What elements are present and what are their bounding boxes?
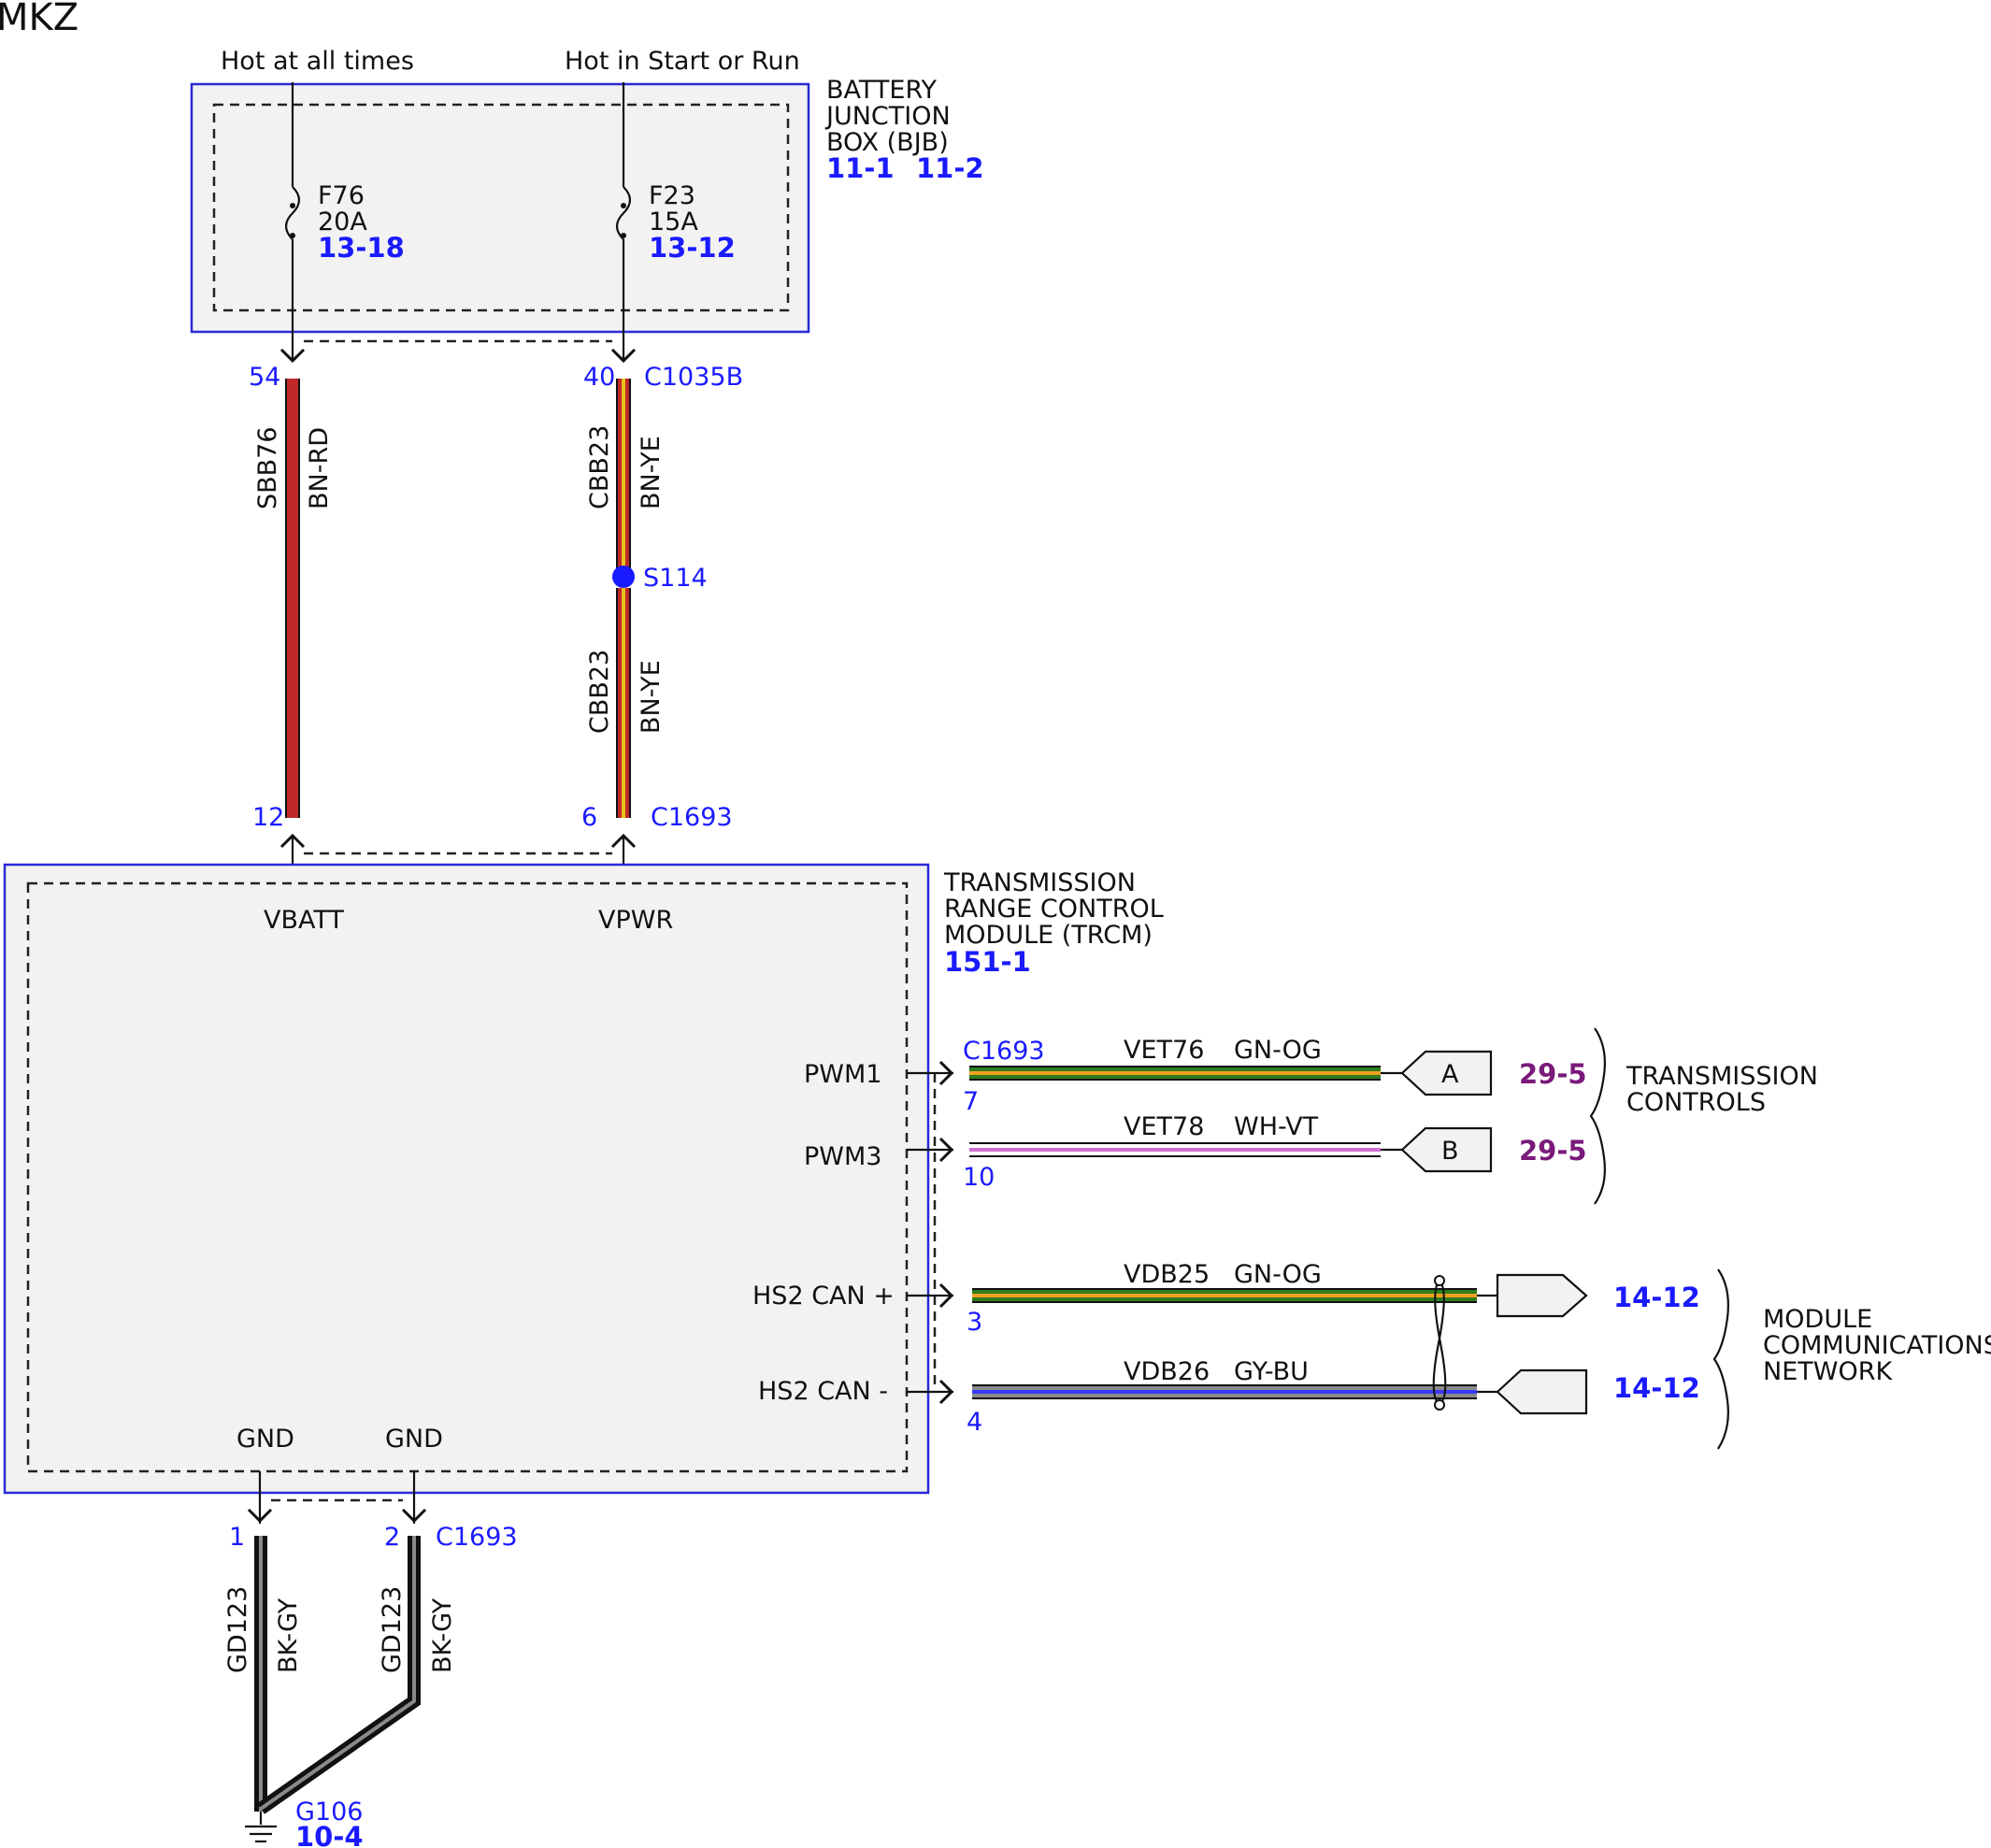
wire-gd123-2-color: BK-GY [428, 1597, 457, 1673]
vet78-ref[interactable]: 29-5 [1519, 1135, 1587, 1167]
wire-sbb76-body [287, 379, 298, 818]
transmission-controls-line1: TRANSMISSION [1626, 1062, 1818, 1091]
connector-c1693-top-label[interactable]: C1693 [651, 803, 733, 832]
vet76-ref[interactable]: 29-5 [1519, 1058, 1587, 1090]
pin-54: 54 [249, 363, 280, 392]
wire-vdb25-stripe [972, 1294, 1477, 1297]
mcn-label-line2: COMMUNICATIONS [1763, 1331, 1991, 1360]
wire-gd123-1[interactable] [254, 1536, 267, 1812]
pin-40: 40 [583, 363, 615, 392]
twisted-pair-end-icon [1434, 1275, 1445, 1286]
trcm-label-line2: RANGE CONTROL [944, 895, 1164, 924]
bjb-label-line2: JUNCTION [824, 102, 951, 131]
bjb-ref-2[interactable]: 11-2 [916, 152, 984, 184]
wiring-diagram: MKZ Hot at all times Hot in Start or Run… [0, 0, 1991, 1848]
connector-vdb25-out-icon[interactable] [1496, 1273, 1588, 1318]
connector-c1035b-label[interactable]: C1035B [644, 363, 743, 392]
wire-cbb23-lower-circuit: CBB23 [585, 650, 614, 734]
mcn-label-line1: MODULE [1763, 1305, 1872, 1334]
trcm-pin-can-minus: HS2 CAN - [758, 1377, 888, 1406]
wire-gd123-2-circuit: GD123 [378, 1586, 407, 1673]
splice-s114-icon[interactable] [612, 566, 635, 588]
pin-6: 6 [581, 803, 597, 832]
fuse-f76-name: F76 [318, 181, 365, 210]
wire-cbb23-lower-color: BN-YE [637, 660, 666, 734]
fuse-f23-name: F23 [649, 181, 695, 210]
vdb26-ref[interactable]: 14-12 [1613, 1372, 1700, 1404]
connector-c1693-ground-label[interactable]: C1693 [436, 1523, 518, 1552]
wire-vet78-circuit: VET78 [1124, 1112, 1204, 1141]
trcm-pin-can-plus: HS2 CAN + [752, 1282, 895, 1311]
wire-sbb76-color: BN-RD [305, 427, 334, 509]
fuse-f23-ref[interactable]: 13-12 [649, 232, 736, 264]
trcm-pin-vbatt: VBATT [264, 906, 344, 935]
wire-vdb25[interactable] [972, 1288, 1477, 1303]
wire-vdb26-stripe [972, 1390, 1477, 1394]
pin-10: 10 [963, 1163, 995, 1192]
diagram-title: MKZ [0, 0, 79, 39]
pin-1: 1 [229, 1523, 245, 1552]
transmission-controls-line2: CONTROLS [1626, 1088, 1766, 1117]
twisted-pair-end-icon [1434, 1399, 1445, 1411]
wire-cbb23-lower[interactable] [616, 588, 631, 818]
wire-gd123-1-stripe [259, 1536, 263, 1812]
trcm-pin-gnd-1: GND [236, 1425, 294, 1454]
vdb25-ref[interactable]: 14-12 [1613, 1282, 1700, 1313]
wire-sbb76[interactable] [285, 379, 300, 818]
wire-gd123-1-color: BK-GY [274, 1597, 303, 1673]
pin-12: 12 [252, 803, 284, 832]
wire-vet78[interactable] [969, 1142, 1381, 1157]
wire-cbb23-upper-color: BN-YE [637, 436, 666, 509]
wire-vdb25-circuit: VDB25 [1124, 1260, 1210, 1289]
wire-vet78-color: WH-VT [1234, 1112, 1319, 1141]
wire-vdb26-color: GY-BU [1234, 1357, 1309, 1386]
fuse-f23-terminal [621, 203, 626, 208]
trcm-ref[interactable]: 151-1 [944, 946, 1031, 978]
trcm-label-line1: TRANSMISSION [943, 868, 1136, 897]
splice-s114-label: S114 [643, 564, 708, 593]
wire-sbb76-circuit: SBB76 [253, 426, 282, 509]
battery-junction-box[interactable] [190, 82, 810, 334]
trcm-pin-vpwr: VPWR [598, 906, 673, 935]
wire-vdb26[interactable] [972, 1384, 1477, 1399]
trcm-pin-pwm1: PWM1 [804, 1060, 881, 1089]
wire-cbb23-upper-stripe [622, 379, 625, 575]
brace-module-network-icon [1712, 1268, 1729, 1450]
wire-vdb26-circuit: VDB26 [1124, 1357, 1210, 1386]
wire-vet76-stripe [969, 1071, 1381, 1075]
fuse-f76-terminal [290, 233, 295, 238]
fuse-f76-terminal [290, 203, 295, 208]
fuse-f23-terminal [621, 233, 626, 238]
ground-ref[interactable]: 10-4 [295, 1821, 364, 1848]
wire-cbb23-lower-stripe [622, 588, 625, 818]
trcm-pin-pwm3: PWM3 [804, 1142, 881, 1171]
wire-vdb25-color: GN-OG [1234, 1260, 1322, 1289]
wire-vet76-circuit: VET76 [1124, 1036, 1204, 1065]
bjb-ref-1[interactable]: 11-1 [826, 152, 895, 184]
trcm-pin-gnd-2: GND [385, 1425, 443, 1454]
source-hot-always: Hot at all times [221, 47, 414, 76]
wire-vet78-stripe [969, 1148, 1381, 1152]
connector-c1693-right-label[interactable]: C1693 [963, 1037, 1045, 1066]
wire-vet76-color: GN-OG [1234, 1036, 1322, 1065]
ground-symbol-icon [245, 1812, 277, 1843]
wire-cbb23-upper-circuit: CBB23 [585, 425, 614, 509]
pin-3: 3 [967, 1308, 982, 1337]
pin-7: 7 [963, 1087, 979, 1116]
pin-4: 4 [967, 1408, 982, 1437]
wire-cbb23-upper[interactable] [616, 379, 631, 575]
bjb-outline [190, 82, 810, 334]
connector-vdb26-in-icon[interactable] [1496, 1368, 1588, 1415]
brace-transmission-controls-icon [1589, 1027, 1606, 1205]
wire-gd123-1-circuit: GD123 [223, 1586, 252, 1673]
connector-a-label: A [1441, 1060, 1459, 1089]
fuse-f76-ref[interactable]: 13-18 [318, 232, 405, 264]
wire-vet76[interactable] [969, 1066, 1381, 1081]
source-hot-start-run: Hot in Start or Run [565, 47, 800, 76]
bjb-label-line1: BATTERY [826, 76, 938, 105]
pin-2: 2 [384, 1523, 400, 1552]
mcn-label-line3: NETWORK [1763, 1357, 1893, 1386]
connector-b-label: B [1441, 1137, 1459, 1166]
